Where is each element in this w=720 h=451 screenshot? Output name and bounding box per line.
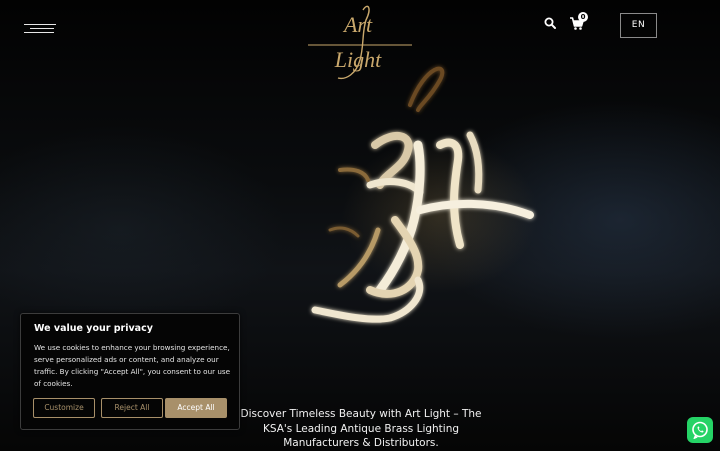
menu-toggle-button[interactable] <box>24 23 56 35</box>
cart-count-badge: 0 <box>578 12 588 22</box>
hero-light-calligraphy-image <box>311 66 534 323</box>
cookie-accept-all-button[interactable]: Accept All <box>165 398 227 418</box>
language-switcher-button[interactable]: EN <box>620 13 657 38</box>
cookie-customize-button[interactable]: Customize <box>33 398 95 418</box>
hero-tagline: Discover Timeless Beauty with Art Light … <box>240 408 482 449</box>
cookie-banner-title: We value your privacy <box>34 323 153 334</box>
hamburger-menu-icon-line <box>30 28 54 29</box>
cookie-reject-all-button[interactable]: Reject All <box>101 398 163 418</box>
whatsapp-icon[interactable] <box>687 417 713 443</box>
cookie-consent-banner: We value your privacy We use cookies to … <box>20 313 240 430</box>
cookie-banner-text: We use cookies to enhance your browsing … <box>34 343 231 388</box>
hamburger-menu-icon-line <box>24 32 54 33</box>
hamburger-menu-icon-line <box>24 24 56 25</box>
search-icon[interactable] <box>543 16 557 30</box>
